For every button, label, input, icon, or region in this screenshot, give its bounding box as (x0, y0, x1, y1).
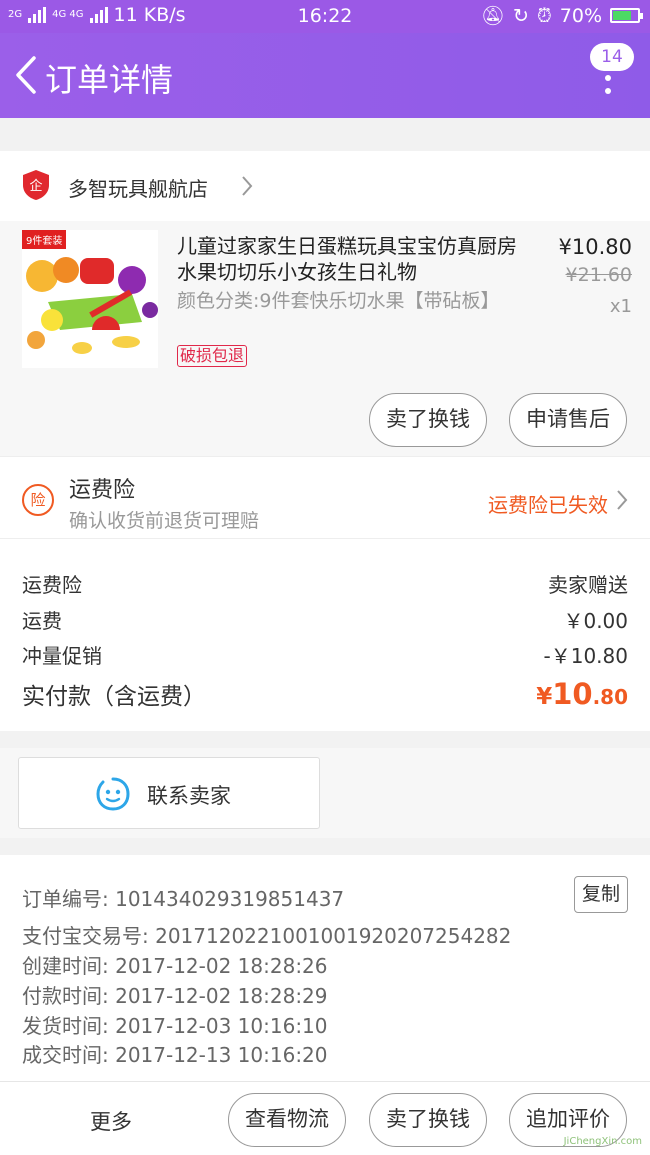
cost-label: 冲量促销 (22, 644, 102, 668)
message-count-badge[interactable]: 14 (590, 43, 634, 71)
cost-row: 运费险 卖家赠送 (22, 569, 628, 598)
paid-time: 付款时间: 2017-12-02 18:28:29 (22, 984, 328, 1008)
mute-icon: 🔕︎ (480, 5, 506, 27)
cost-value: ￥0.00 (563, 609, 628, 633)
copy-button[interactable]: 复制 (574, 876, 628, 913)
alarm-icon: ⏰︎ (536, 4, 552, 27)
product-quantity: x1 (609, 296, 632, 317)
view-logistics-button[interactable]: 查看物流 (228, 1093, 346, 1147)
battery-percent: 70% (559, 4, 602, 27)
shipping-insurance-row[interactable]: 险 运费险 确认收货前退货可理赔 运费险已失效 (0, 456, 650, 538)
back-arrow-icon[interactable] (12, 55, 42, 95)
cost-value: 卖家赠送 (548, 573, 628, 597)
alipay-number: 支付宝交易号: 2017120221001001920207254282 (22, 924, 512, 948)
insurance-status: 运费险已失效 (488, 493, 608, 517)
store-name: 多智玩具舰航店 (68, 177, 208, 201)
total-decimal: .80 (592, 685, 628, 709)
product-image[interactable]: 9件套装 (22, 230, 158, 368)
cost-label: 运费 (22, 609, 62, 633)
enterprise-shield-icon: 企 (23, 170, 49, 200)
product-spec: 颜色分类:9件套快乐切水果【带砧板】 (177, 290, 500, 312)
more-button[interactable]: 更多 (90, 1106, 132, 1136)
store-row[interactable]: 企 多智玩具舰航店 (0, 151, 650, 221)
insurance-subtitle: 确认收货前退货可理赔 (69, 510, 260, 532)
product-original-price: ¥21.60 (565, 264, 632, 286)
after-sales-button[interactable]: 申请售后 (509, 393, 627, 447)
product-price: ¥10.80 (558, 235, 632, 259)
contact-seller-button[interactable]: 联系卖家 (18, 757, 320, 829)
created-time: 创建时间: 2017-12-02 18:28:26 (22, 954, 328, 978)
sell-for-cash-button-bottom[interactable]: 卖了换钱 (369, 1093, 487, 1147)
damage-return-badge: 破损包退 (177, 345, 248, 367)
status-bar: 2G 4G 4G 11 KB/s 16:22 🔕︎ ↻ ⏰︎ 70% (0, 0, 650, 33)
cost-summary: 运费险 卖家赠送 运费 ￥0.00 冲量促销 -￥10.80 实付款（含运费） … (0, 538, 650, 731)
cost-row: 冲量促销 -￥10.80 (22, 640, 628, 669)
watermark: JiChengXin.com (563, 1136, 642, 1147)
chevron-right-icon (617, 490, 628, 510)
order-number: 订单编号: 101434029319851437 (22, 887, 345, 911)
total-value: ¥10.80 (536, 677, 628, 711)
product-image-tag: 9件套装 (22, 230, 67, 249)
enterprise-logo-text: 企 (29, 178, 42, 194)
lock-rotation-icon: ↻ (513, 4, 529, 27)
total-currency: ¥ (536, 684, 553, 710)
chevron-right-icon (242, 176, 253, 196)
contact-section: 联系卖家 (0, 748, 650, 838)
battery-icon (610, 8, 643, 23)
product-card[interactable]: 9件套装 儿童过家家生日蛋糕玩具宝宝仿真厨房 水果切切乐小女孩生日礼物 颜色分类… (0, 221, 650, 456)
chat-face-icon (96, 777, 130, 811)
completed-time: 成交时间: 2017-12-13 10:16:20 (22, 1043, 328, 1067)
cost-label: 运费险 (22, 573, 82, 597)
sell-for-cash-button[interactable]: 卖了换钱 (369, 393, 487, 447)
contact-seller-label: 联系卖家 (147, 784, 231, 808)
total-integer: 10 (552, 677, 593, 711)
shipped-time: 发货时间: 2017-12-03 10:16:10 (22, 1014, 328, 1038)
insurance-title: 运费险 (69, 478, 136, 503)
product-title[interactable]: 儿童过家家生日蛋糕玩具宝宝仿真厨房 水果切切乐小女孩生日礼物 (177, 233, 517, 285)
total-label: 实付款（含运费） (22, 684, 206, 710)
fruit-toy-illustration (22, 230, 158, 368)
page-title: 订单详情 (45, 61, 174, 99)
insurance-icon: 险 (22, 484, 54, 516)
total-row: 实付款（含运费） ¥10.80 (22, 677, 628, 711)
cost-value: -￥10.80 (543, 644, 628, 668)
more-menu-icon[interactable] (605, 75, 611, 94)
bottom-action-bar: 更多 查看物流 卖了换钱 追加评价 (0, 1081, 650, 1155)
cost-row: 运费 ￥0.00 (22, 605, 628, 634)
nav-bar: 订单详情 14 (0, 33, 650, 118)
order-info: 订单编号: 101434029319851437 复制 支付宝交易号: 2017… (0, 855, 650, 1081)
